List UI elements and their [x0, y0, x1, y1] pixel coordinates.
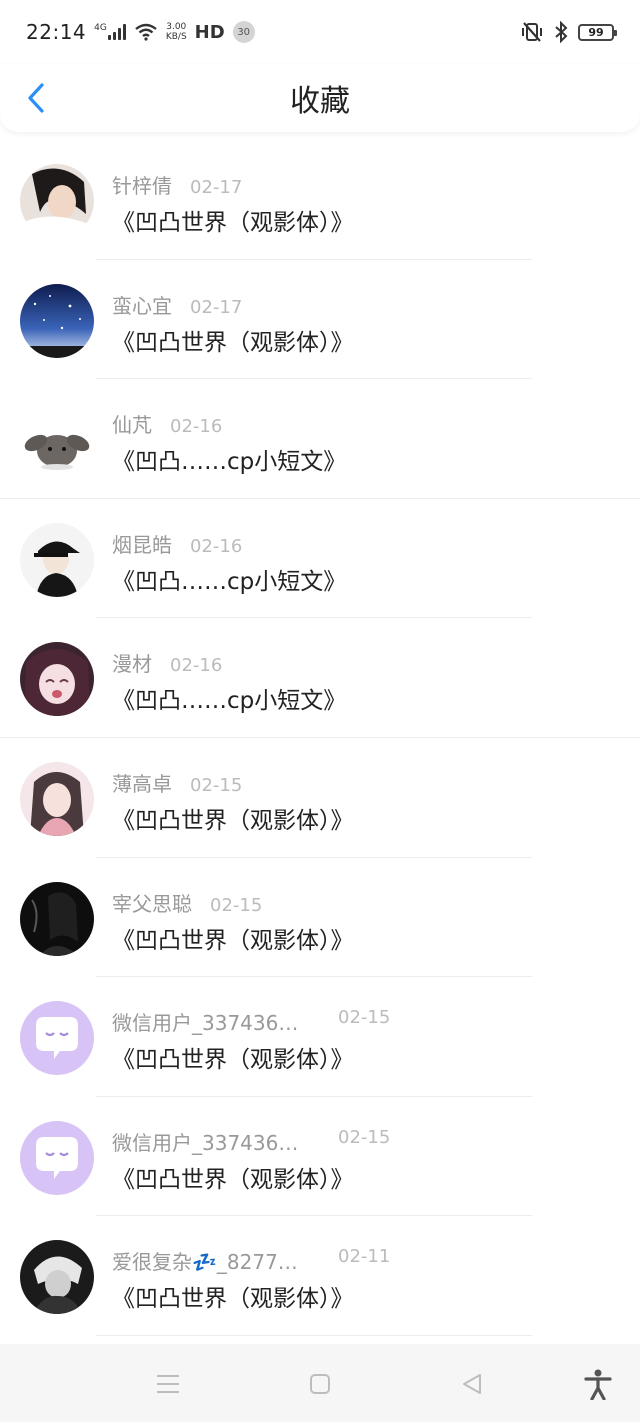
- dark-smoke-avatar[interactable]: [20, 881, 94, 956]
- user-name: 仙芃: [112, 413, 152, 438]
- status-right: 99: [520, 21, 617, 43]
- item-meta: 漫材 02-16: [112, 648, 222, 677]
- page-header: 收藏: [0, 64, 640, 132]
- item-meta: 微信用户_337436… 02-15: [112, 1127, 390, 1156]
- list-item[interactable]: 烟昆皓 02-16 《凹凸……cp小短文》: [0, 499, 640, 619]
- bluetooth-icon: [555, 21, 568, 43]
- item-date: 02-15: [338, 1126, 391, 1148]
- list-item[interactable]: 爱很复杂💤_8277… 02-11 《凹凸世界（观影体）》: [0, 1216, 640, 1336]
- item-title: 《凹凸世界（观影体）》: [112, 807, 354, 834]
- item-title: 《凹凸世界（观影体）》: [112, 329, 354, 356]
- anime-girl-avatar[interactable]: [20, 642, 94, 717]
- back-button[interactable]: [20, 80, 52, 116]
- item-date: 02-16: [190, 535, 243, 557]
- user-name: 烟昆皓: [112, 532, 172, 557]
- speed-value: 3.00: [166, 22, 187, 32]
- item-title: 《凹凸世界（观影体）》: [112, 1166, 354, 1193]
- item-title: 《凹凸世界（观影体）》: [112, 1047, 354, 1074]
- item-date: 02-17: [190, 177, 243, 198]
- list-item[interactable]: 仙芃 02-16 《凹凸……cp小短文》: [0, 379, 640, 499]
- battery-icon: 99: [578, 23, 617, 41]
- drawn-girl-avatar[interactable]: [20, 761, 94, 836]
- home-square-icon[interactable]: [308, 1372, 332, 1396]
- item-title: 《凹凸……cp小短文》: [112, 568, 347, 595]
- item-title: 《凹凸世界（观影体）》: [112, 210, 354, 236]
- hd-indicator: HD: [194, 21, 225, 43]
- rabbit-avatar[interactable]: [20, 403, 94, 478]
- boy-cap-avatar[interactable]: [20, 522, 94, 597]
- wifi-icon: [135, 23, 157, 41]
- menu-icon[interactable]: [155, 1373, 181, 1395]
- user-name: 针梓倩: [112, 174, 172, 198]
- list-item[interactable]: 微信用户_337436… 02-15 《凹凸世界（观影体）》: [0, 977, 640, 1097]
- cellular-group: 4G: [94, 23, 126, 40]
- user-name: 蛮心宜: [112, 293, 172, 318]
- item-meta: 烟昆皓 02-16: [112, 529, 242, 558]
- speed-unit: KB/S: [165, 32, 187, 42]
- status-time: 22:14: [26, 20, 87, 44]
- signal-icon: [107, 24, 126, 40]
- user-name: 微信用户_337436…: [112, 1130, 299, 1155]
- item-date: 02-15: [210, 894, 263, 916]
- white-hair-avatar[interactable]: [20, 1240, 94, 1315]
- page-title: 收藏: [290, 84, 350, 119]
- system-nav-bar: [0, 1344, 640, 1422]
- divider: [96, 1334, 532, 1336]
- starry-sky-avatar[interactable]: [20, 283, 94, 358]
- user-name: 微信用户_337436…: [112, 1011, 299, 1036]
- item-date: 02-11: [338, 1246, 391, 1268]
- back-triangle-icon[interactable]: [460, 1372, 484, 1396]
- favorites-list: 针梓倩 02-17 《凹凸世界（观影体）》 蛮心宜 02-17 《凹凸世界（观影…: [0, 140, 640, 1336]
- item-meta: 宰父思聪 02-15: [112, 888, 262, 917]
- user-name: 薄高卓: [112, 771, 172, 796]
- item-date: 02-15: [338, 1007, 391, 1029]
- list-item[interactable]: 宰父思聪 02-15 《凹凸世界（观影体）》: [0, 858, 640, 978]
- accessibility-icon[interactable]: [584, 1368, 612, 1400]
- item-date: 02-16: [170, 416, 223, 438]
- item-date: 02-15: [190, 774, 243, 796]
- accessibility-button[interactable]: [584, 1368, 612, 1400]
- home-button[interactable]: [306, 1370, 334, 1398]
- item-date: 02-17: [190, 296, 243, 318]
- item-meta: 仙芃 02-16: [112, 409, 222, 438]
- user-name: 宰父思聪: [112, 891, 192, 916]
- item-date: 02-16: [170, 655, 223, 677]
- list-item[interactable]: 针梓倩 02-17 《凹凸世界（观影体）》: [0, 140, 640, 260]
- list-item[interactable]: 薄高卓 02-15 《凹凸世界（观影体）》: [0, 738, 640, 858]
- default-chat-avatar[interactable]: [20, 1001, 94, 1076]
- user-name: 爱很复杂💤_8277…: [112, 1250, 298, 1275]
- list-item[interactable]: 微信用户_337436… 02-15 《凹凸世界（观影体）》: [0, 1097, 640, 1217]
- photo-girl-avatar[interactable]: [20, 164, 94, 238]
- list-item[interactable]: 蛮心宜 02-17 《凹凸世界（观影体）》: [0, 260, 640, 380]
- item-title: 《凹凸世界（观影体）》: [112, 1286, 354, 1313]
- user-name: 漫材: [112, 652, 152, 677]
- vibrate-mute-icon: [522, 22, 542, 42]
- notification-count-badge: 30: [232, 21, 255, 43]
- chevron-left-icon[interactable]: [26, 82, 46, 114]
- back-nav-button[interactable]: [458, 1370, 486, 1398]
- item-meta: 针梓倩 02-17: [112, 170, 242, 199]
- status-left: 22:14 4G 3.00 KB/S HD 30: [26, 20, 255, 44]
- item-meta: 微信用户_337436… 02-15: [112, 1007, 390, 1036]
- network-type: 4G: [94, 23, 107, 33]
- item-title: 《凹凸世界（观影体）》: [112, 927, 354, 954]
- battery-level: 99: [588, 25, 604, 39]
- menu-button[interactable]: [154, 1370, 182, 1398]
- item-meta: 薄高卓 02-15: [112, 768, 242, 797]
- item-meta: 爱很复杂💤_8277… 02-11: [112, 1246, 390, 1275]
- item-title: 《凹凸……cp小短文》: [112, 688, 347, 715]
- item-title: 《凹凸……cp小短文》: [112, 449, 347, 476]
- network-speed: 3.00 KB/S: [166, 22, 187, 42]
- status-bar: 22:14 4G 3.00 KB/S HD 30 99: [0, 0, 640, 64]
- default-chat-avatar[interactable]: [20, 1120, 94, 1195]
- list-item[interactable]: 漫材 02-16 《凹凸……cp小短文》: [0, 618, 640, 738]
- item-meta: 蛮心宜 02-17: [112, 290, 242, 319]
